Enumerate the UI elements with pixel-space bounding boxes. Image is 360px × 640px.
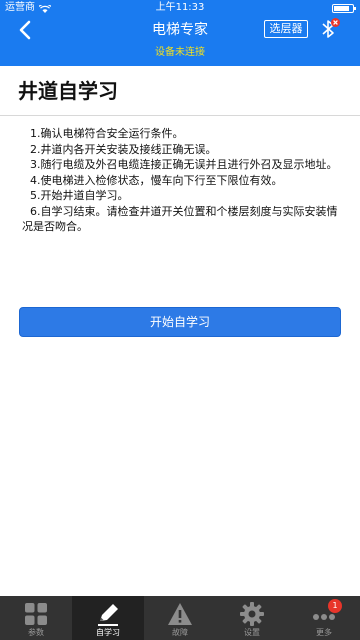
instruction-step: 2.井道内各开关安装及接线正确无误。	[22, 142, 340, 158]
title-divider	[0, 115, 360, 116]
instruction-step: 4.使电梯进入检修状态，慢车向下行至下限位有效。	[22, 173, 340, 189]
battery-icon	[332, 4, 356, 13]
step-number: 1.	[30, 127, 41, 140]
step-text: 自学习结束。请检查井道开关位置和个楼层刻度与实际安装情况是否吻合。	[22, 204, 338, 234]
start-self-learning-button[interactable]: 开始自学习	[19, 307, 341, 337]
back-button[interactable]	[14, 18, 36, 42]
step-number: 3.	[30, 158, 41, 171]
gear-icon	[239, 601, 265, 627]
instruction-list: 1.确认电梯符合安全运行条件。 2.井道内各开关安装及接线正确无误。 3.随行电…	[22, 126, 340, 235]
tab-label: 更多	[316, 628, 332, 637]
bluetooth-disconnected-icon	[322, 18, 340, 38]
tab-label: 自学习	[96, 628, 120, 637]
nav-header: 运营商 上午11:33 电梯专家 选层器 设备未连接	[0, 0, 360, 66]
pencil-icon	[95, 601, 121, 627]
instruction-step: 5.开始井道自学习。	[22, 188, 340, 204]
tab-label: 设置	[244, 628, 260, 637]
step-text: 确认电梯符合安全运行条件。	[40, 127, 184, 140]
step-text: 使电梯进入检修状态，慢车向下行至下限位有效。	[40, 173, 283, 187]
page-title: 井道自学习	[18, 79, 118, 103]
chevron-left-icon	[19, 20, 31, 40]
step-text: 井道内各开关安装及接线正确无误。	[40, 142, 217, 156]
grid-icon	[23, 601, 49, 627]
instruction-step: 1.确认电梯符合安全运行条件。	[22, 126, 340, 142]
step-text: 随行电缆及外召电缆连接正确无误并且进行外召及显示地址。	[40, 158, 338, 171]
tab-more[interactable]: 1 更多	[288, 596, 360, 640]
tab-parameters[interactable]: 参数	[0, 596, 72, 640]
bottom-tab-bar: 参数 自学习 故障 设置 1 更多	[0, 596, 360, 640]
floor-selector-button[interactable]: 选层器	[264, 20, 308, 38]
status-bar: 运营商 上午11:33	[0, 0, 360, 16]
notification-badge: 1	[328, 599, 342, 613]
connection-status: 设备未连接	[155, 47, 205, 58]
tab-faults[interactable]: 故障	[144, 596, 216, 640]
bluetooth-button[interactable]	[316, 16, 342, 42]
step-text: 开始井道自学习。	[40, 189, 129, 202]
tab-label: 参数	[28, 628, 44, 637]
step-number: 5.	[30, 189, 41, 202]
instruction-step: 3.随行电缆及外召电缆连接正确无误并且进行外召及显示地址。	[22, 157, 340, 173]
tab-label: 故障	[172, 628, 188, 637]
step-number: 4.	[30, 173, 41, 187]
tab-settings[interactable]: 设置	[216, 596, 288, 640]
warning-icon	[167, 601, 193, 627]
step-number: 6.	[30, 204, 41, 218]
step-number: 2.	[30, 142, 41, 156]
instruction-step: 6.自学习结束。请检查井道开关位置和个楼层刻度与实际安装情况是否吻合。	[22, 204, 340, 235]
status-time: 上午11:33	[155, 2, 205, 13]
tab-self-learning[interactable]: 自学习	[72, 596, 144, 640]
